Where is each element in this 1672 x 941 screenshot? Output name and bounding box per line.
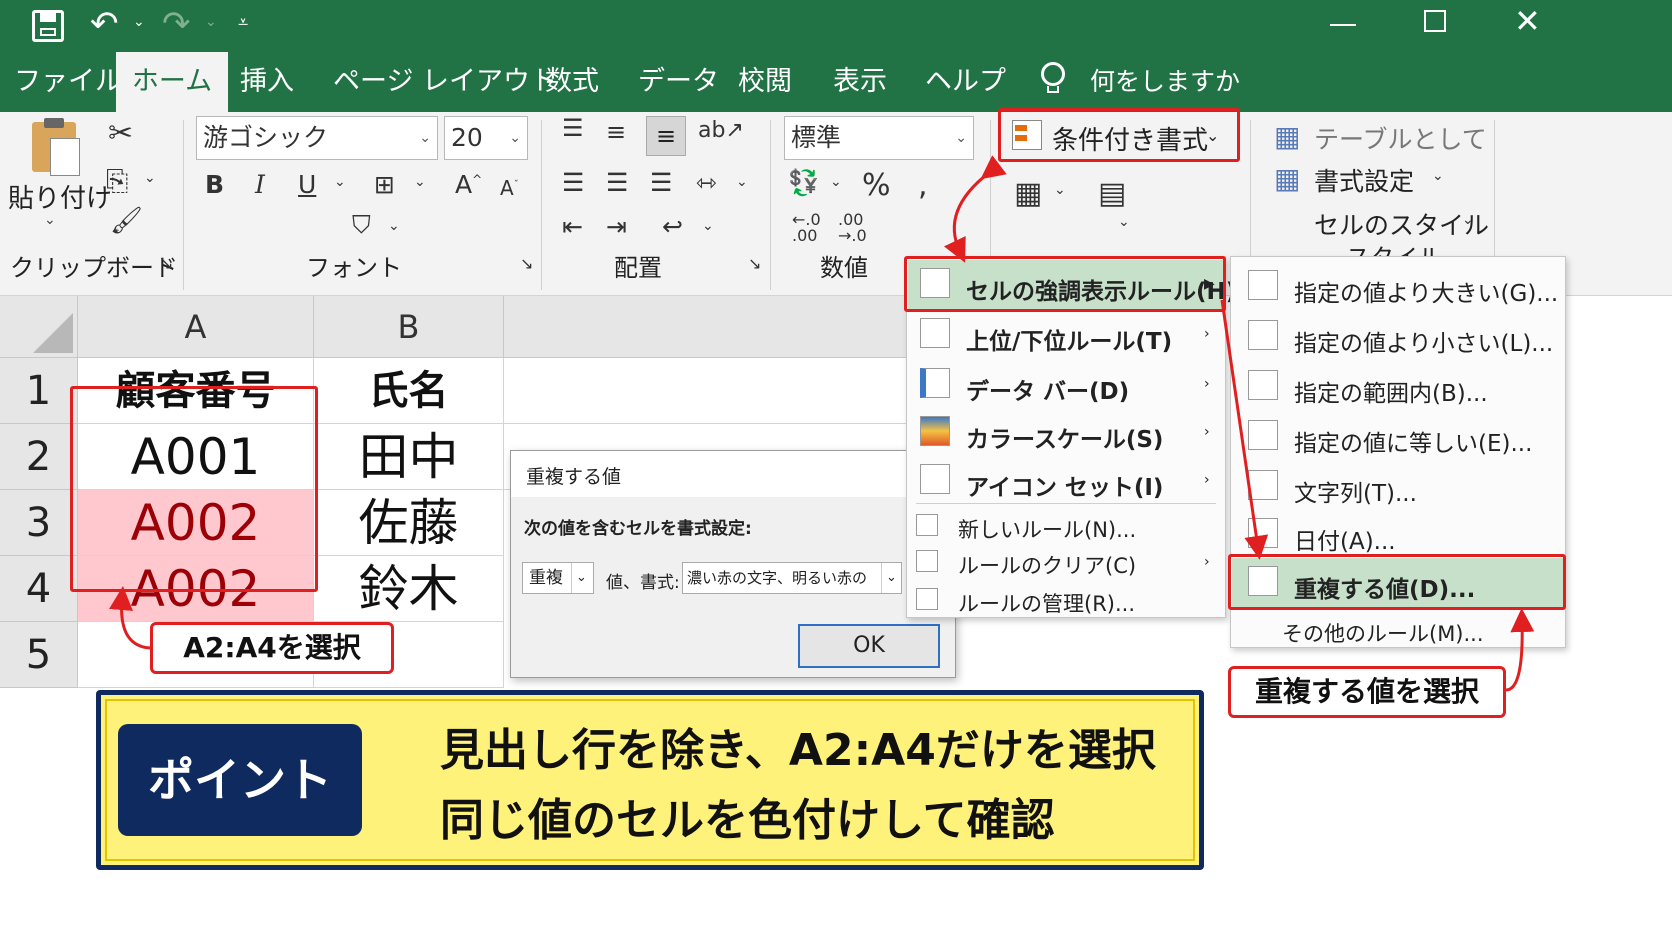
arrow-callout-to-range xyxy=(109,586,151,650)
point-badge: ポイント xyxy=(118,724,362,836)
arrow-cond-to-menu xyxy=(944,155,1007,263)
arrow-menu-to-submenu xyxy=(1220,299,1269,560)
point-line-1: 見出し行を除き、A2:A4だけを選択 xyxy=(440,725,1156,776)
point-line-2: 同じ値のセルを色付けして確認 xyxy=(440,795,1055,846)
arrow-callout-to-duplicate xyxy=(1505,608,1535,692)
